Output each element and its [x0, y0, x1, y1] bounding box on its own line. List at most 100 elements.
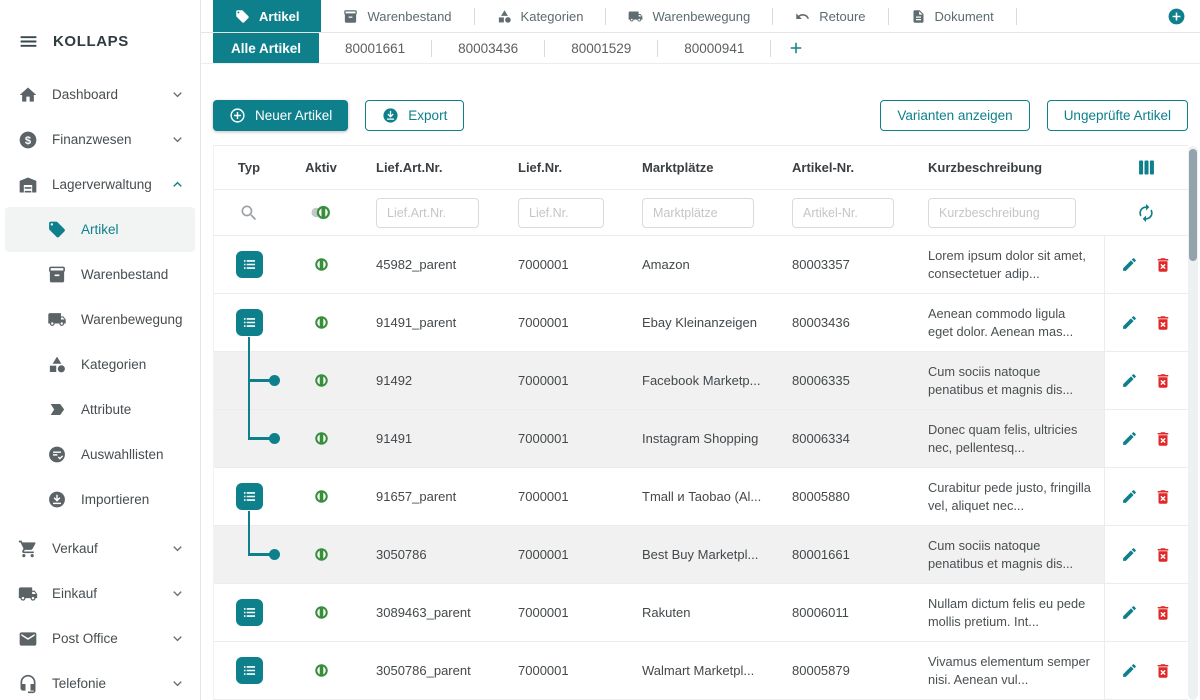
subtab-80001661[interactable]: 80001661 — [319, 33, 431, 63]
sidebar-item-label: Auswahllisten — [81, 447, 181, 462]
variant-list-button[interactable] — [236, 599, 263, 626]
row-lief-art-nr: 91491_parent — [358, 294, 500, 351]
sidebar-item-dashboard[interactable]: Dashboard — [0, 72, 200, 117]
cell-text: 80001661 — [792, 547, 850, 562]
variant-list-button[interactable] — [236, 251, 263, 278]
sidebar-item-telefonie[interactable]: Telefonie — [0, 661, 200, 700]
scrollbar-thumb[interactable] — [1189, 149, 1197, 261]
filter-input-kurzbeschreibung[interactable] — [928, 198, 1076, 228]
edit-button[interactable] — [1121, 488, 1138, 505]
row-kurzbeschreibung: Lorem ipsum dolor sit amet, consectetuer… — [910, 236, 1104, 293]
export-button[interactable]: Export — [365, 100, 464, 131]
table-header-row: TypAktivLief.Art.Nr.Lief.Nr.MarktplätzeA… — [214, 146, 1188, 190]
sidebar-item-finanzwesen[interactable]: $Finanzwesen — [0, 117, 200, 162]
sidebar-item-warenbewegung[interactable]: Warenbewegung — [5, 297, 195, 342]
main-panel: ArtikelWarenbestandKategorienWarenbewegu… — [201, 0, 1200, 700]
menu-icon[interactable] — [18, 31, 39, 52]
tab-kategorien[interactable]: Kategorien — [475, 0, 606, 32]
delete-button[interactable] — [1154, 256, 1172, 274]
tab-artikel[interactable]: Artikel — [213, 0, 321, 32]
active-filter-icon[interactable] — [308, 203, 334, 222]
sidebar-item-auswahllisten[interactable]: Auswahllisten — [5, 432, 195, 477]
filter-input-lief-art-nr[interactable] — [376, 198, 479, 228]
row-lief-art-nr: 45982_parent — [358, 236, 500, 293]
sidebar-item-kategorien[interactable]: Kategorien — [5, 342, 195, 387]
filter-marktpl-tze — [624, 190, 774, 235]
subtab-alle-artikel[interactable]: Alle Artikel — [213, 33, 319, 63]
cell-text: Best Buy Marketpl... — [642, 547, 758, 562]
table-row[interactable]: 91657_parent7000001Tmall и Taobao (Al...… — [214, 468, 1188, 526]
sidebar-item-artikel[interactable]: Artikel — [5, 207, 195, 252]
delete-button[interactable] — [1154, 372, 1172, 390]
table-row[interactable]: 914917000001Instagram Shopping80006334Do… — [214, 410, 1188, 468]
sidebar-item-post-office[interactable]: Post Office — [0, 616, 200, 661]
row-artikel-nr: 80006334 — [774, 410, 910, 467]
column-header-label: Aktiv — [305, 160, 337, 175]
filter-input-artikel-nr[interactable] — [792, 198, 894, 228]
filter-kurzbeschreibung — [910, 190, 1104, 235]
row-typ-cell — [214, 584, 284, 641]
table-row[interactable]: 30507867000001Best Buy Marketpl...800016… — [214, 526, 1188, 584]
row-actions — [1104, 526, 1188, 583]
sidebar-item-attribute[interactable]: Attribute — [5, 387, 195, 432]
tab-retoure[interactable]: Retoure — [773, 0, 887, 32]
sidebar-item-importieren[interactable]: Importieren — [5, 477, 195, 522]
subtab-80000941[interactable]: 80000941 — [658, 33, 770, 63]
filter-input-marktpl-tze[interactable] — [642, 198, 754, 228]
sidebar-item-label: Attribute — [81, 402, 181, 417]
row-kurzbeschreibung: Cum sociis natoque penatibus et magnis d… — [910, 352, 1104, 409]
variant-list-button[interactable] — [236, 483, 263, 510]
show-variants-button[interactable]: Varianten anzeigen — [880, 100, 1029, 131]
cell-text: 80005880 — [792, 489, 850, 504]
sidebar-item-warenbestand[interactable]: Warenbestand — [5, 252, 195, 297]
table-row[interactable]: 914927000001Facebook Marketp...80006335C… — [214, 352, 1188, 410]
table-row[interactable]: 45982_parent7000001Amazon80003357Lorem i… — [214, 236, 1188, 294]
truck-icon — [628, 9, 643, 24]
variant-list-button[interactable] — [236, 657, 263, 684]
delete-button[interactable] — [1154, 662, 1172, 680]
chevron-down-icon — [169, 630, 186, 647]
delete-button[interactable] — [1154, 604, 1172, 622]
tab-warenbestand[interactable]: Warenbestand — [321, 0, 473, 32]
table-row[interactable]: 91491_parent7000001Ebay Kleinanzeigen800… — [214, 294, 1188, 352]
table-row[interactable]: 3050786_parent7000001Walmart Marketpl...… — [214, 642, 1188, 700]
cell-text: 3089463_parent — [376, 605, 471, 620]
delete-button[interactable] — [1154, 314, 1172, 332]
edit-button[interactable] — [1121, 604, 1138, 621]
edit-button[interactable] — [1121, 546, 1138, 563]
row-actions — [1104, 642, 1188, 699]
sidebar-item-verkauf[interactable]: Verkauf — [0, 526, 200, 571]
sidebar-item-lagerverwaltung[interactable]: Lagerverwaltung — [0, 162, 200, 207]
add-article-tab-button[interactable] — [787, 39, 805, 57]
column-header-kurzbeschreibung: Kurzbeschreibung — [910, 146, 1104, 189]
add-tab-button[interactable] — [1167, 7, 1186, 26]
unverified-articles-button[interactable]: Ungeprüfte Artikel — [1047, 100, 1188, 131]
refresh-icon[interactable] — [1136, 203, 1156, 223]
cell-text: Lorem ipsum dolor sit amet, consectetuer… — [928, 247, 1092, 283]
subtab-80003436[interactable]: 80003436 — [432, 33, 544, 63]
edit-button[interactable] — [1121, 662, 1138, 679]
new-article-button[interactable]: Neuer Artikel — [213, 100, 348, 131]
edit-button[interactable] — [1121, 314, 1138, 331]
edit-button[interactable] — [1121, 256, 1138, 273]
tab-dokument[interactable]: Dokument — [889, 0, 1016, 32]
delete-button[interactable] — [1154, 488, 1172, 506]
column-header-artikel-nr: Artikel-Nr. — [774, 146, 910, 189]
tab-warenbewegung[interactable]: Warenbewegung — [606, 0, 772, 32]
sidebar-item-einkauf[interactable]: Einkauf — [0, 571, 200, 616]
column-header-label: Typ — [238, 160, 260, 175]
delete-button[interactable] — [1154, 546, 1172, 564]
edit-button[interactable] — [1121, 372, 1138, 389]
row-typ-cell — [214, 352, 284, 409]
search-icon[interactable] — [239, 203, 259, 223]
filter-input-lief-nr[interactable] — [518, 198, 604, 228]
edit-button[interactable] — [1121, 430, 1138, 447]
variant-list-button[interactable] — [236, 309, 263, 336]
chevron-down-icon — [169, 675, 186, 692]
cell-text: Ebay Kleinanzeigen — [642, 315, 757, 330]
subtab-80001529[interactable]: 80001529 — [545, 33, 657, 63]
columns-icon[interactable] — [1136, 157, 1157, 178]
cell-text: 91491 — [376, 431, 412, 446]
delete-button[interactable] — [1154, 430, 1172, 448]
table-row[interactable]: 3089463_parent7000001Rakuten80006011Null… — [214, 584, 1188, 642]
